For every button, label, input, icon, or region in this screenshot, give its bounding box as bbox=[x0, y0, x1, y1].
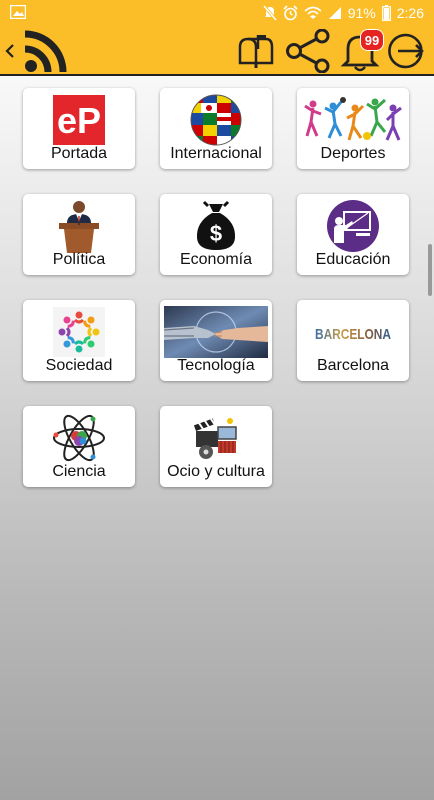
robot-handshake-icon bbox=[164, 306, 268, 358]
money-bag-icon: $ bbox=[196, 200, 236, 250]
gallery-icon bbox=[10, 5, 26, 19]
category-tecnologia[interactable]: Tecnología bbox=[160, 300, 272, 381]
film-clapper-icon bbox=[193, 418, 237, 459]
category-politica[interactable]: Política bbox=[23, 194, 135, 275]
category-label: Tecnología bbox=[177, 357, 255, 374]
people-circle-icon bbox=[53, 307, 105, 357]
category-label: Educación bbox=[315, 251, 391, 268]
notifications-button[interactable]: 99 bbox=[334, 26, 386, 76]
notification-badge: 99 bbox=[360, 29, 384, 51]
teacher-board-icon bbox=[327, 200, 379, 252]
share-icon bbox=[286, 29, 330, 73]
category-label: Política bbox=[52, 251, 106, 268]
logout-icon bbox=[388, 33, 424, 69]
category-deportes[interactable]: Deportes bbox=[297, 88, 409, 169]
clock: 2:26 bbox=[396, 5, 424, 21]
category-ciencia[interactable]: Ciencia bbox=[23, 406, 135, 487]
share-button[interactable] bbox=[282, 26, 334, 76]
mailbox-icon bbox=[238, 35, 274, 68]
category-economia[interactable]: $ Economía bbox=[160, 194, 272, 275]
category-sociedad[interactable]: Sociedad bbox=[23, 300, 135, 381]
category-label: Deportes bbox=[320, 145, 386, 162]
ep-logo-icon: eP bbox=[53, 95, 105, 145]
back-icon[interactable] bbox=[3, 40, 17, 62]
alarm-icon bbox=[283, 5, 298, 21]
podium-speaker-icon bbox=[59, 201, 99, 253]
category-label: Ocio y cultura bbox=[167, 463, 265, 480]
category-label: Portada bbox=[50, 145, 108, 162]
rss-icon bbox=[24, 30, 67, 73]
athletes-icon bbox=[304, 97, 402, 141]
category-internacional[interactable]: Internacional bbox=[160, 88, 272, 169]
flags-globe-icon bbox=[190, 94, 242, 146]
status-bar: 91% 2:26 bbox=[0, 0, 434, 26]
category-label: Ciencia bbox=[52, 463, 106, 480]
category-label: Sociedad bbox=[45, 357, 113, 374]
category-ocio-y-cultura[interactable]: Ocio y cultura bbox=[160, 406, 272, 487]
category-label: Economía bbox=[179, 251, 253, 268]
logout-button[interactable] bbox=[386, 26, 430, 76]
scrollbar-thumb[interactable] bbox=[428, 244, 432, 296]
category-barcelona[interactable]: BARCELONA Barcelona bbox=[297, 300, 409, 381]
svg-text:eP: eP bbox=[57, 100, 101, 141]
atom-icon bbox=[53, 414, 105, 462]
category-label: Barcelona bbox=[316, 357, 390, 374]
battery-percent: 91% bbox=[347, 5, 376, 21]
category-educacion[interactable]: Educación bbox=[297, 194, 409, 275]
barcelona-text-icon: BARCELONA bbox=[315, 326, 391, 343]
mailbox-button[interactable] bbox=[234, 26, 278, 76]
svg-text:BARCELONA: BARCELONA bbox=[315, 326, 391, 343]
battery-icon bbox=[381, 5, 391, 21]
category-portada[interactable]: eP Portada bbox=[23, 88, 135, 169]
wifi-icon bbox=[304, 6, 322, 19]
signal-icon bbox=[328, 7, 341, 19]
category-label: Internacional bbox=[170, 145, 262, 162]
svg-text:$: $ bbox=[210, 221, 222, 246]
mute-icon bbox=[262, 5, 277, 21]
app-bar: 99 bbox=[0, 26, 434, 76]
